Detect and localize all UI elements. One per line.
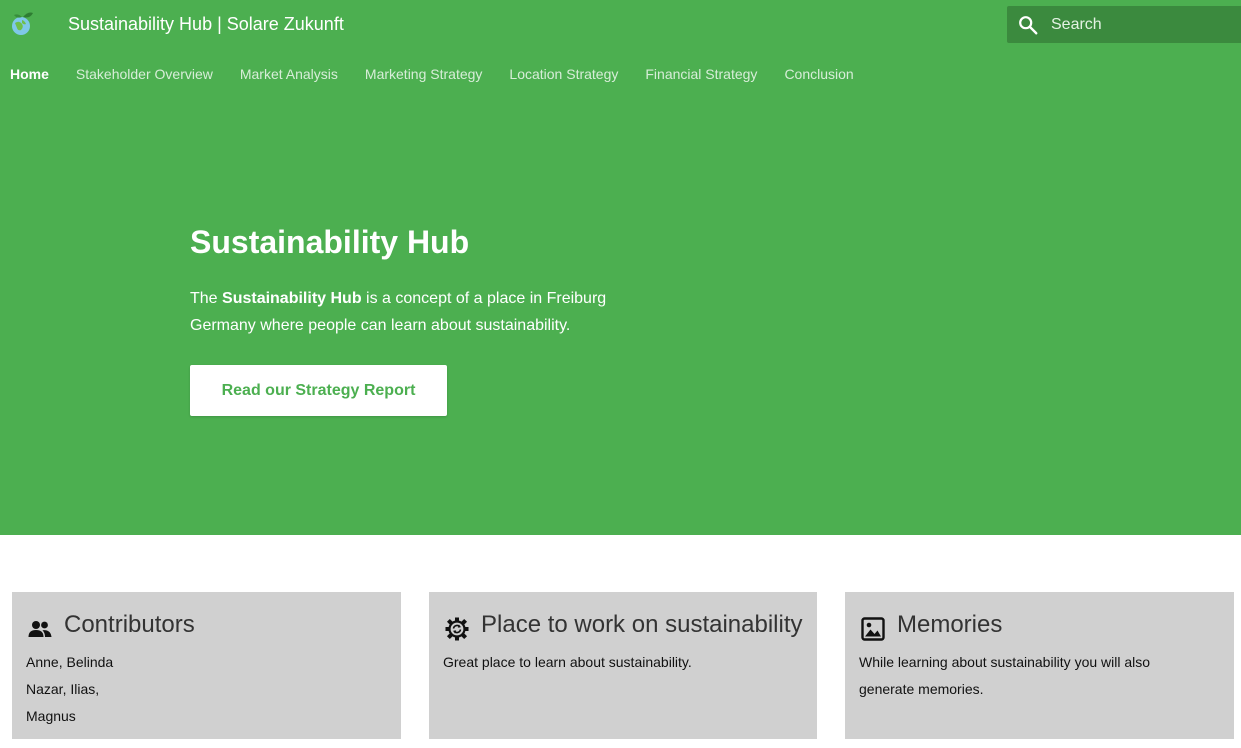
group-icon [28,621,52,637]
card-memories: Memories While learning about sustainabi… [845,592,1234,739]
hero-title: Sustainability Hub [190,224,470,260]
nav-tabs: Home Stakeholder Overview Market Analysis M… [0,66,871,88]
hero-description: The Sustainability Hub is a concept of a… [190,285,650,339]
gear-sync-icon [445,617,469,641]
tab-financial-strategy[interactable]: Financial Strategy [645,66,757,82]
app-header: Sustainability Hub | Solare Zukunft [0,0,1241,50]
card-line: Great place to learn about sustainabilit… [443,654,692,670]
tab-stakeholder-overview[interactable]: Stakeholder Overview [76,66,213,82]
tab-location-strategy[interactable]: Location Strategy [509,66,618,82]
image-icon [861,617,885,641]
card-line: Nazar, Ilias, [26,681,100,697]
card-line: Magnus [26,708,76,724]
card-body: Anne, Belinda Nazar, Ilias, Magnus [26,649,391,730]
read-strategy-report-button[interactable]: Read our Strategy Report [190,365,447,416]
card-line: While learning about sustainability you … [859,654,1151,670]
card-contributors: Contributors Anne, Belinda Nazar, Ilias,… [12,592,401,739]
site-title[interactable]: Sustainability Hub | Solare Zukunft [68,14,344,35]
tab-home[interactable]: Home [10,66,49,82]
hero-banner: Sustainability Hub | Solare Zukunft Home… [0,0,1241,535]
tab-marketing-strategy[interactable]: Marketing Strategy [365,66,483,82]
tab-market-analysis[interactable]: Market Analysis [240,66,338,82]
card-title: Contributors [64,611,195,638]
card-line: generate memories. [859,681,984,697]
search-icon[interactable] [1017,14,1039,36]
hero-text-bold: Sustainability Hub [222,290,362,307]
card-line: Anne, Belinda [26,654,114,670]
card-title: Place to work on sustainability [481,611,803,638]
tab-conclusion[interactable]: Conclusion [784,66,853,82]
card-workplace: Place to work on sustainability Great pl… [429,592,817,739]
card-body: Great place to learn about sustainabilit… [443,649,807,676]
card-title: Memories [897,611,1003,638]
search-box[interactable] [1007,6,1241,43]
hero-text-before: The [190,290,223,307]
hero-section: Sustainability Hub The Sustainability Hu… [190,222,650,416]
search-input[interactable] [1051,6,1237,43]
globe-leaf-icon[interactable] [9,11,35,37]
card-body: While learning about sustainability you … [859,649,1224,703]
